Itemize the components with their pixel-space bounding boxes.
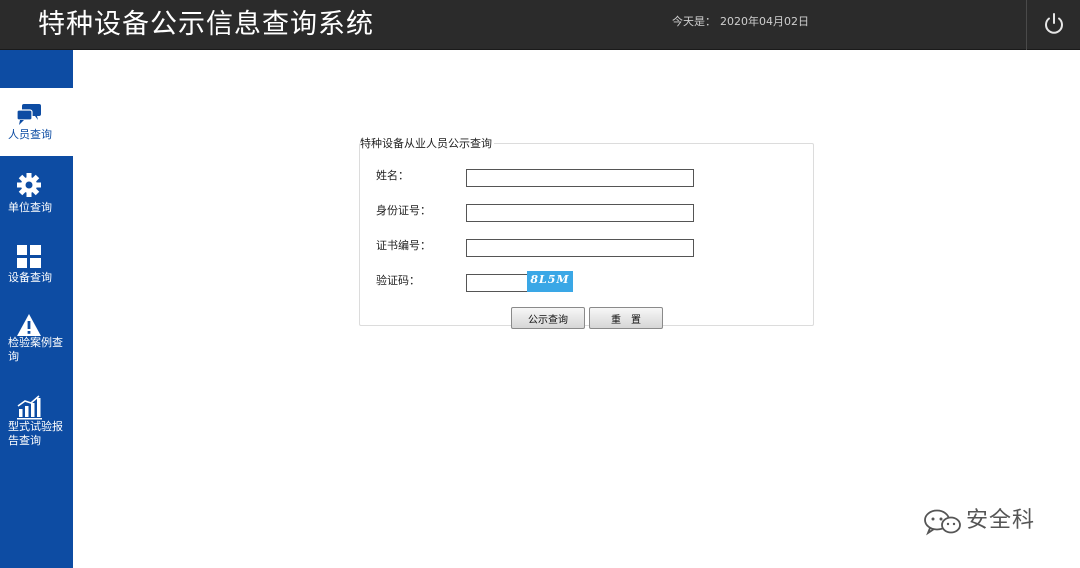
chat-bubbles-icon [16,104,41,125]
sidebar-item-person-query[interactable]: 人员查询 [0,88,73,156]
reset-button[interactable]: 重 置 [589,307,663,329]
name-label: 姓名： [376,169,409,182]
captcha-label: 验证码： [376,274,420,287]
header-divider [1026,0,1027,50]
power-icon [1045,13,1063,34]
date-value: 2020年04月02日 [720,15,809,28]
certificate-number-label: 证书编号： [376,239,431,252]
certificate-number-input[interactable] [466,239,694,257]
app-title: 特种设备公示信息查询系统 [38,9,374,40]
sidebar-item-device-query[interactable]: 设备查询 [0,238,73,298]
watermark-text: 安全科 [966,508,1036,533]
power-button[interactable] [1040,10,1068,38]
sidebar-item-inspection-case-query[interactable]: 检验案例查询 [0,310,73,370]
form-legend: 特种设备从业人员公示查询 [360,137,494,151]
sidebar-item-label: 型式试验报告查询 [8,420,63,447]
sidebar-item-type-test-report-query[interactable]: 型式试验报告查询 [0,392,73,452]
wechat-icon [924,509,961,536]
date-display: 今天是： 2020年04月02日 [672,15,813,29]
bar-chart-icon [17,395,42,420]
public-query-button[interactable]: 公示查询 [511,307,585,329]
sidebar: 人员查询 单位查询 设备查询 检验案例查询 型式试验报告查询 [0,50,73,568]
captcha-image[interactable]: 8L5M [527,271,573,292]
name-input[interactable] [466,169,694,187]
captcha-input[interactable] [466,274,528,292]
cross-grid-icon [17,245,41,268]
sidebar-item-label: 设备查询 [8,271,52,284]
sidebar-item-label: 单位查询 [8,201,52,214]
date-label: 今天是： [672,15,716,28]
sidebar-item-label: 人员查询 [8,128,52,141]
top-bar: 特种设备公示信息查询系统 今天是： 2020年04月02日 [0,0,1080,50]
id-number-input[interactable] [466,204,694,222]
sidebar-item-unit-query[interactable]: 单位查询 [0,166,73,226]
id-number-label: 身份证号： [376,204,431,217]
warning-icon [17,314,41,336]
sidebar-top-strip [0,50,73,88]
gear-icon [17,173,41,197]
sidebar-item-label: 检验案例查询 [8,336,63,363]
